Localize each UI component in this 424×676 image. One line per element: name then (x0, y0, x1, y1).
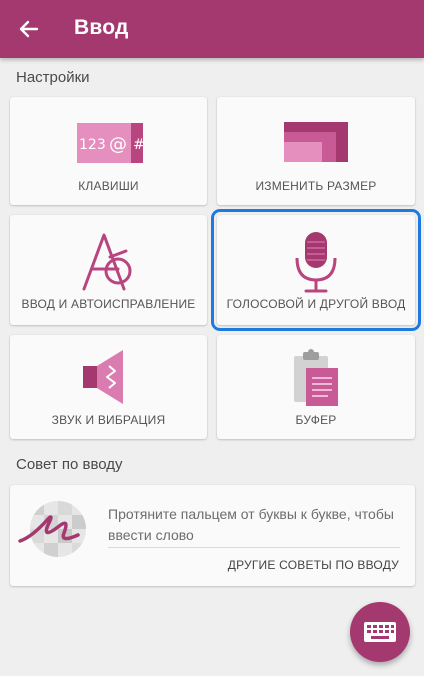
keys-icon: 123 @ # (76, 123, 145, 163)
resize-icon (284, 122, 348, 162)
clipboard-icon (294, 349, 338, 406)
tile-voice-input-label: ГОЛОСОВОЙ И ДРУГОЙ ВВОД (226, 297, 406, 311)
settings-section-title: Настройки (16, 69, 90, 86)
page-title: Ввод (74, 16, 129, 39)
tile-autocorrect[interactable]: ВВОД И АВТОИСПРАВЛЕНИЕ (10, 215, 207, 325)
tile-keys[interactable]: 123 @ # КЛАВИШИ (10, 97, 207, 205)
microphone-icon (295, 232, 337, 293)
back-button[interactable] (14, 14, 44, 44)
more-tips-link[interactable]: ДРУГИЕ СОВЕТЫ ПО ВВОДУ (228, 558, 399, 572)
svg-text:@: @ (109, 134, 127, 155)
tile-keys-label: КЛАВИШИ (78, 179, 139, 193)
tip-card: Протяните пальцем от буквы к букве, чтоб… (10, 485, 415, 586)
tile-sound-vibration-label: ЗВУК И ВИБРАЦИЯ (51, 413, 166, 427)
arrow-left-icon (19, 20, 39, 38)
tile-clipboard-label: БУФЕР (295, 413, 337, 427)
svg-text:#: # (133, 137, 145, 153)
keyboard-icon (364, 622, 396, 642)
swipe-gesture-icon (18, 501, 86, 557)
svg-text:123: 123 (79, 137, 106, 153)
tile-resize-label: ИЗМЕНИТЬ РАЗМЕР (255, 179, 377, 193)
tip-text: Протяните пальцем от буквы к букве, чтоб… (108, 506, 394, 543)
tile-clipboard[interactable]: БУФЕР (217, 335, 415, 439)
app-bar: Ввод (0, 0, 424, 58)
tile-resize[interactable]: ИЗМЕНИТЬ РАЗМЕР (217, 97, 415, 205)
tile-sound-vibration[interactable]: ЗВУК И ВИБРАЦИЯ (10, 335, 207, 439)
autocorrect-icon (82, 233, 131, 291)
tile-autocorrect-label: ВВОД И АВТОИСПРАВЛЕНИЕ (21, 297, 196, 311)
keyboard-fab-button[interactable] (350, 602, 410, 662)
speaker-icon (82, 350, 123, 404)
tile-voice-input[interactable]: ГОЛОСОВОЙ И ДРУГОЙ ВВОД (211, 209, 421, 331)
divider (108, 547, 400, 548)
tip-section-title: Совет по вводу (16, 456, 123, 473)
